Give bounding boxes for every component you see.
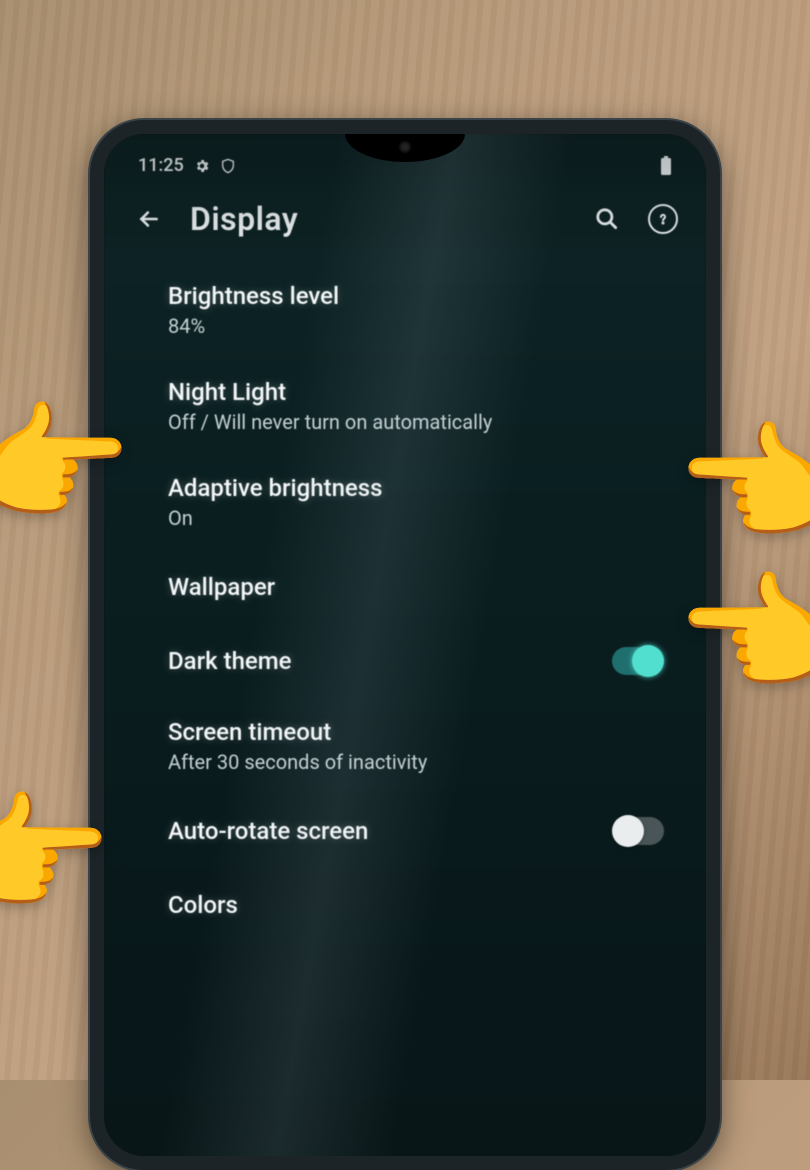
item-title: Dark theme [168, 647, 292, 675]
item-subtitle: After 30 seconds of inactivity [168, 750, 427, 774]
help-icon[interactable] [648, 204, 678, 234]
search-icon[interactable] [590, 202, 624, 236]
gear-icon [194, 158, 210, 174]
shield-icon [220, 158, 236, 174]
screen: 11:25 Display [104, 134, 706, 1156]
dark-theme-toggle[interactable] [612, 647, 664, 675]
item-title: Colors [168, 891, 238, 919]
back-icon[interactable] [132, 202, 166, 236]
item-title: Brightness level [168, 282, 339, 310]
item-brightness-level[interactable]: Brightness level 84% [168, 262, 682, 358]
app-bar: Display [128, 178, 682, 258]
item-adaptive-brightness[interactable]: Adaptive brightness On [168, 454, 682, 550]
battery-icon [660, 156, 672, 176]
item-colors[interactable]: Colors [168, 868, 682, 942]
item-title: Auto-rotate screen [168, 817, 368, 845]
item-title: Screen timeout [168, 718, 427, 746]
item-subtitle: On [168, 506, 383, 530]
item-title: Wallpaper [168, 573, 275, 601]
page-title: Display [190, 200, 566, 238]
item-auto-rotate[interactable]: Auto-rotate screen [168, 794, 682, 868]
item-title: Night Light [168, 378, 492, 406]
item-wallpaper[interactable]: Wallpaper [168, 550, 682, 624]
item-dark-theme[interactable]: Dark theme [168, 624, 682, 698]
auto-rotate-toggle[interactable] [612, 817, 664, 845]
status-time: 11:25 [138, 155, 184, 176]
item-title: Adaptive brightness [168, 474, 383, 502]
item-screen-timeout[interactable]: Screen timeout After 30 seconds of inact… [168, 698, 682, 794]
phone-frame: 11:25 Display [90, 120, 720, 1170]
settings-list: Brightness level 84% Night Light Off / W… [128, 258, 682, 942]
item-subtitle: 84% [168, 314, 339, 338]
item-subtitle: Off / Will never turn on automatically [168, 410, 492, 434]
item-night-light[interactable]: Night Light Off / Will never turn on aut… [168, 358, 682, 454]
